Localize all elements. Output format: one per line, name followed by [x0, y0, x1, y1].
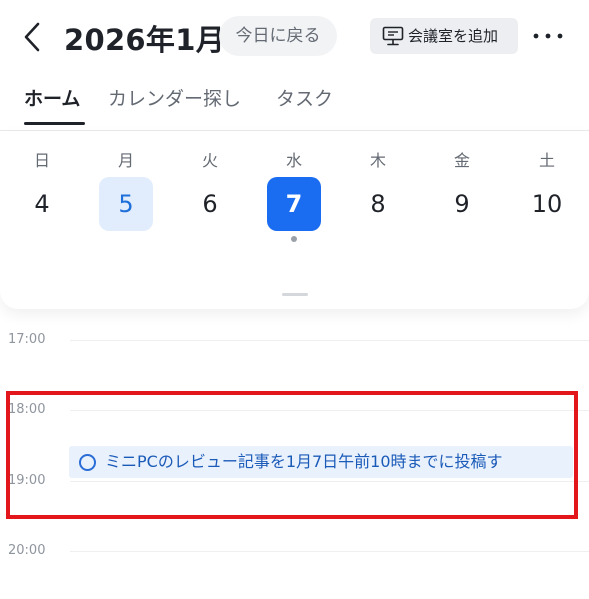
day-cell[interactable]: 4 — [15, 177, 69, 231]
day-cell[interactable]: 10 — [520, 177, 574, 231]
weekday-label: 水 — [285, 151, 302, 170]
day-cell-selected[interactable]: 7 — [267, 177, 321, 231]
expand-drag-handle[interactable] — [282, 293, 308, 296]
chevron-left-icon — [24, 22, 40, 52]
annotation-highlight-box — [6, 391, 578, 519]
add-meeting-room-label: 会議室を追加 — [408, 27, 499, 45]
more-horizontal-icon — [533, 33, 563, 39]
weekday-label: 土 — [538, 151, 555, 170]
more-button[interactable] — [530, 24, 566, 48]
weekday-label: 日 — [33, 151, 50, 170]
tab-tasks[interactable]: タスク — [276, 84, 333, 111]
event-indicator-dot — [291, 236, 297, 242]
active-tab-indicator — [24, 122, 85, 125]
back-button[interactable] — [18, 20, 48, 54]
week-strip: 日 月 火 水 木 金 土 4 5 6 7 8 9 10 — [0, 131, 589, 309]
hour-gridline — [70, 340, 589, 341]
tab-home[interactable]: ホーム — [24, 84, 80, 111]
time-label: 17:00 — [8, 332, 46, 347]
day-cell[interactable]: 6 — [183, 177, 237, 231]
tab-find-calendar[interactable]: カレンダー探し — [108, 84, 241, 111]
weekday-label: 月 — [117, 151, 134, 170]
weekday-label: 木 — [369, 151, 386, 170]
month-title[interactable]: 2026年1月 — [64, 17, 225, 59]
weekday-label: 火 — [201, 151, 218, 170]
back-to-today-button[interactable]: 今日に戻る — [219, 16, 337, 56]
weekday-label: 金 — [453, 151, 470, 170]
calendar-page: 2026年1月 今日に戻る 会議室を追加 ホーム カレンダー探し タスク 日 月… — [0, 0, 589, 599]
day-cell-today[interactable]: 5 — [99, 177, 153, 231]
calendar-header: 2026年1月 今日に戻る 会議室を追加 — [0, 0, 589, 74]
hour-gridline — [70, 551, 589, 552]
day-cell[interactable]: 8 — [351, 177, 405, 231]
add-meeting-room-button[interactable]: 会議室を追加 — [370, 18, 518, 54]
day-cell[interactable]: 9 — [435, 177, 489, 231]
time-label: 20:00 — [8, 543, 46, 558]
view-tabs: ホーム カレンダー探し タスク — [0, 80, 589, 128]
meeting-room-icon — [382, 26, 404, 46]
